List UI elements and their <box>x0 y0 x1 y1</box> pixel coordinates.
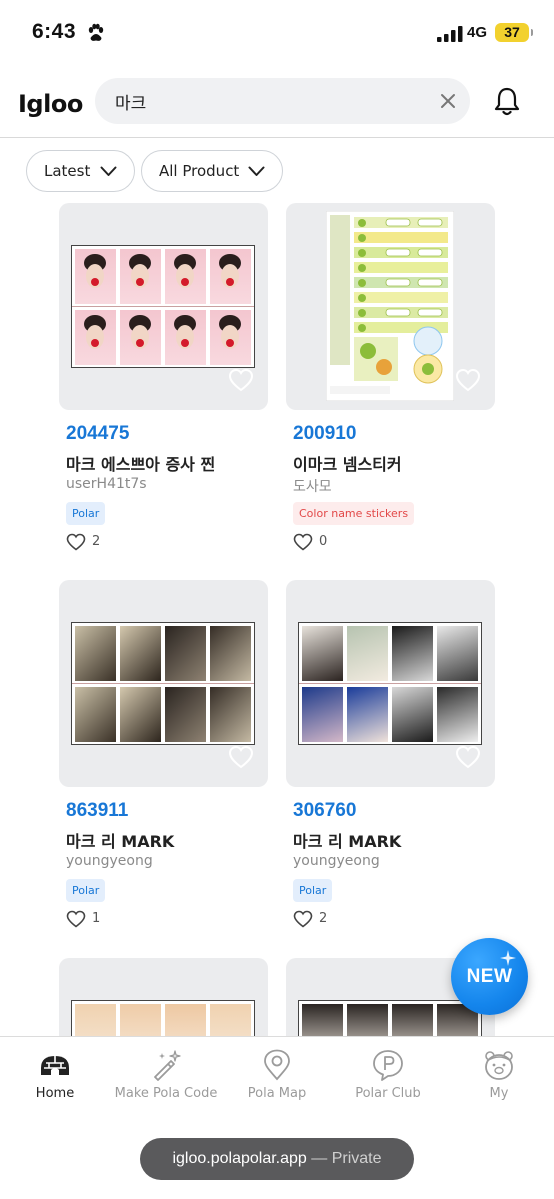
product-title: 이마크 넴스티커 <box>293 455 402 474</box>
nav-label-polar-club: Polar Club <box>355 1086 421 1101</box>
like-count: 0 <box>319 534 328 549</box>
igloo-icon <box>41 1056 69 1075</box>
product-author: youngyeong <box>293 853 380 869</box>
product-thumbnail[interactable] <box>59 958 268 1036</box>
new-fab-button[interactable]: NEW <box>451 938 528 1015</box>
chevron-down-icon <box>248 166 265 176</box>
product-dropdown[interactable]: All Product <box>141 150 283 192</box>
product-title: 마크 리 MARK <box>66 832 175 851</box>
sparkle-icon <box>500 950 516 966</box>
status-time: 6:43 <box>32 20 77 43</box>
map-pin-icon <box>264 1049 290 1081</box>
like-heart-icon[interactable] <box>66 910 86 928</box>
search-bar[interactable] <box>95 78 470 124</box>
notification-bell-icon[interactable] <box>492 86 522 118</box>
nav-label-make-pola-code: Make Pola Code <box>114 1086 218 1101</box>
battery-indicator: 37 <box>495 23 533 42</box>
name-sticker-sheet-image <box>326 211 454 401</box>
paw-icon <box>88 23 104 41</box>
search-input[interactable] <box>115 78 415 124</box>
product-badge: Polar <box>293 879 333 902</box>
app-logo[interactable]: Igloo <box>18 90 83 118</box>
favorite-heart-icon[interactable] <box>455 745 481 769</box>
photo-sheet-image <box>71 1000 255 1036</box>
like-heart-icon[interactable] <box>293 910 313 928</box>
favorite-heart-icon[interactable] <box>228 368 254 392</box>
nav-label-home: Home <box>35 1086 75 1101</box>
like-count: 2 <box>92 534 101 549</box>
like-count: 1 <box>92 911 101 926</box>
product-dropdown-label: All Product <box>159 162 240 180</box>
nav-label-my: My <box>489 1086 509 1101</box>
browser-url-bar[interactable]: igloo.polapolar.app — Private <box>140 1138 414 1180</box>
product-title: 마크 에스쁘아 증사 찐 <box>66 455 216 474</box>
favorite-heart-icon[interactable] <box>228 745 254 769</box>
product-author: 도사모 <box>293 479 332 495</box>
product-author: youngyeong <box>66 853 153 869</box>
product-title: 마크 리 MARK <box>293 832 402 851</box>
status-bar: 6:43 4G 37 <box>0 0 554 66</box>
product-badge: Polar <box>66 879 106 902</box>
signal-icon <box>437 26 463 42</box>
photo-sheet-image <box>71 245 255 368</box>
like-count: 2 <box>319 911 328 926</box>
like-heart-icon[interactable] <box>293 533 313 551</box>
product-code: 863911 <box>66 800 129 821</box>
product-author: userH41t7s <box>66 476 147 492</box>
browser-private-label: — Private <box>311 1150 382 1167</box>
product-thumbnail[interactable] <box>286 203 495 410</box>
magic-wand-icon <box>154 1050 181 1081</box>
network-label: 4G <box>467 24 488 41</box>
nav-item-my[interactable]: My <box>444 1049 554 1109</box>
p-badge-icon <box>373 1050 403 1081</box>
product-code: 204475 <box>66 423 130 444</box>
product-badge: Color name stickers <box>293 502 415 525</box>
browser-url: igloo.polapolar.app <box>172 1150 307 1167</box>
product-thumbnail[interactable] <box>286 580 495 787</box>
product-card[interactable] <box>59 958 268 1036</box>
photo-sheet-image <box>71 622 255 745</box>
sort-dropdown[interactable]: Latest <box>26 150 135 192</box>
nav-label-pola-map: Pola Map <box>247 1086 307 1101</box>
product-code: 306760 <box>293 800 357 821</box>
app-header: Igloo <box>0 66 554 138</box>
portrait-faces-graphic <box>84 254 241 349</box>
photo-sheet-image <box>298 622 482 745</box>
product-thumbnail[interactable] <box>59 203 268 410</box>
product-thumbnail[interactable] <box>59 580 268 787</box>
bear-face-icon <box>485 1051 513 1080</box>
nav-item-polar-club[interactable]: Polar Club <box>333 1049 443 1109</box>
sort-dropdown-label: Latest <box>44 162 91 180</box>
product-code: 200910 <box>293 423 357 444</box>
nav-item-make-pola-code[interactable]: Make Pola Code <box>111 1049 221 1109</box>
chevron-down-icon <box>100 166 117 176</box>
clear-icon[interactable] <box>438 91 458 111</box>
like-heart-icon[interactable] <box>66 533 86 551</box>
nav-item-home[interactable]: Home <box>0 1049 110 1109</box>
favorite-heart-icon[interactable] <box>455 368 481 392</box>
product-badge: Polar <box>66 502 106 525</box>
nav-item-pola-map[interactable]: Pola Map <box>222 1049 332 1109</box>
photo-sheet-image <box>298 1000 482 1036</box>
